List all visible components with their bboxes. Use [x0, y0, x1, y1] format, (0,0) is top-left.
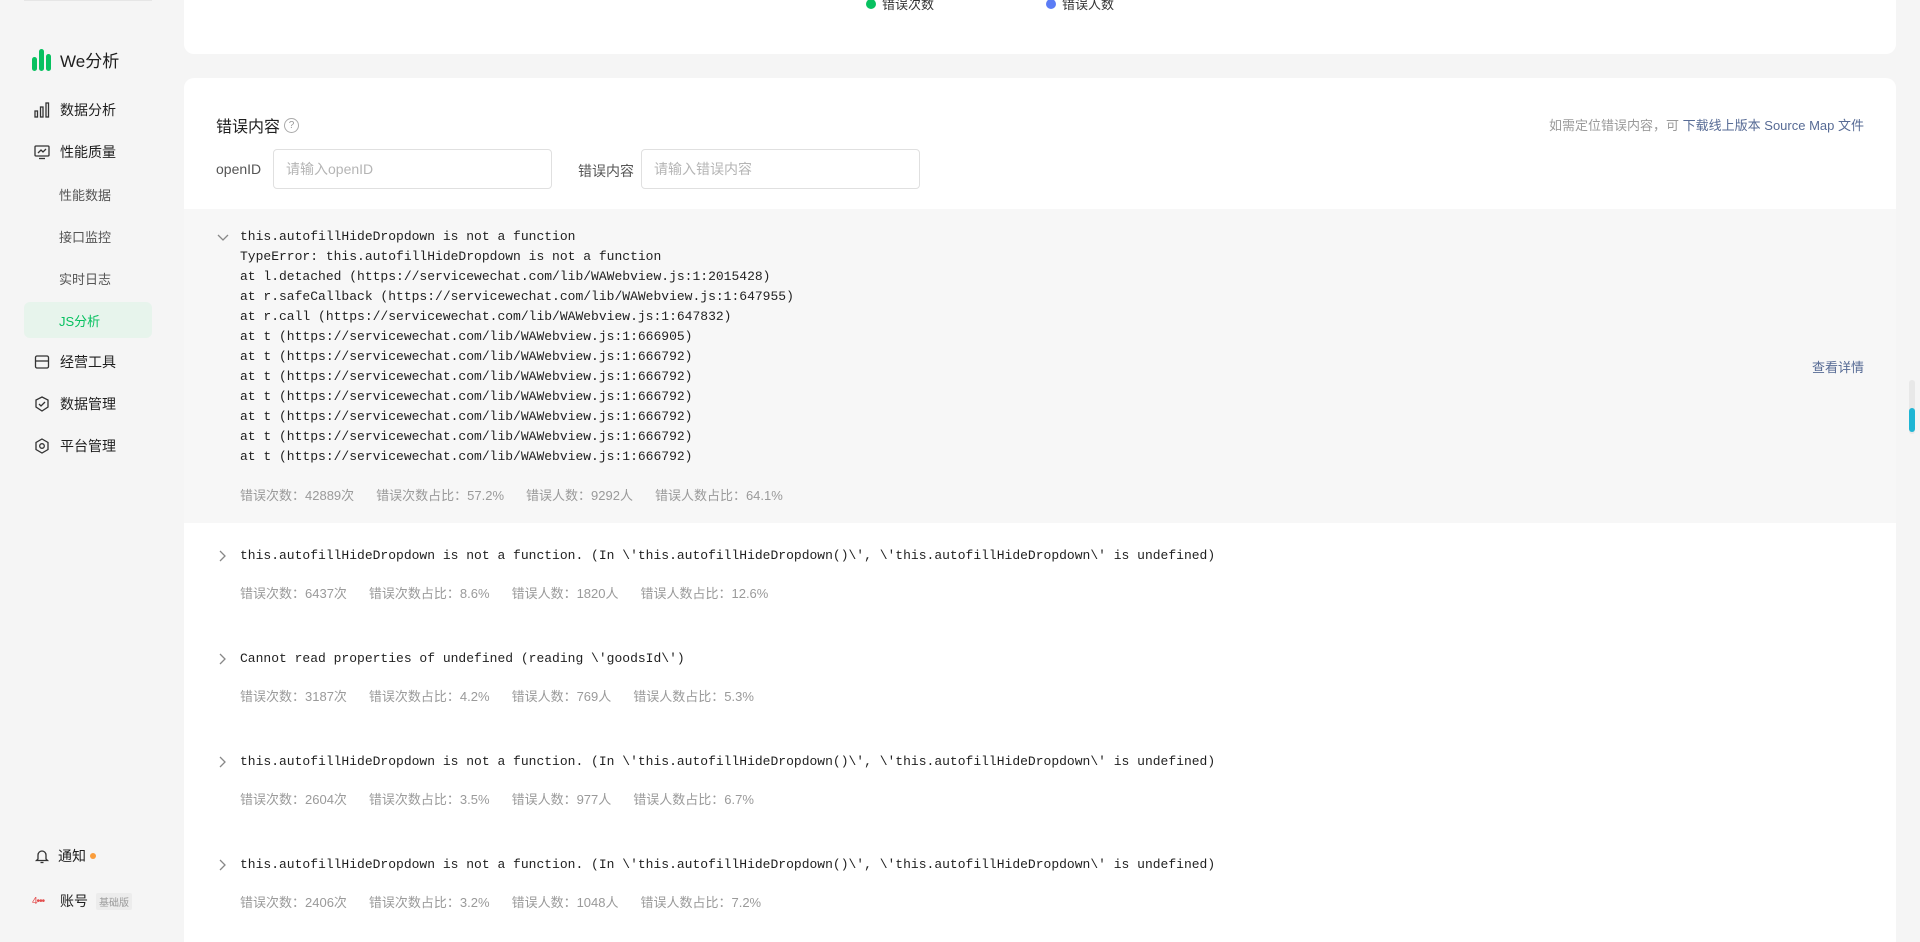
sidebar-subitem-realtime-log[interactable]: 实时日志: [24, 260, 152, 296]
error-item[interactable]: this.autofillHideDropdown is not a funct…: [184, 209, 1896, 523]
sidebar-subitem-perf-data[interactable]: 性能数据: [24, 176, 152, 212]
notify-label: 通知: [58, 848, 86, 864]
sidebar-item-business-tools[interactable]: 经营工具: [24, 344, 152, 380]
we-logo-icon: [32, 48, 52, 71]
stat-count: 错误次数：6437次: [240, 586, 347, 601]
account-entry[interactable]: 4••• 账号 基础版: [32, 891, 132, 911]
shield-check-icon: [35, 396, 49, 412]
legend-item-error-count[interactable]: 错误次数: [866, 0, 934, 13]
error-item[interactable]: this.autofillHideDropdown is not a funct…: [184, 729, 1896, 832]
chevron-right-icon[interactable]: [216, 549, 230, 563]
stat-users: 错误人数：977人: [511, 792, 612, 807]
error-content-input[interactable]: [641, 149, 920, 189]
stat-users-ratio: 错误人数占比：12.6%: [640, 586, 769, 601]
stat-users-ratio: 错误人数占比：6.7%: [633, 792, 754, 807]
error-list: this.autofillHideDropdown is not a funct…: [184, 209, 1896, 935]
chevron-down-icon[interactable]: [216, 231, 230, 245]
error-item[interactable]: this.autofillHideDropdown is not a funct…: [184, 832, 1896, 935]
unread-dot-icon: [90, 853, 96, 859]
sidebar-item-data-management[interactable]: 数据管理: [24, 386, 152, 422]
account-label: 账号: [60, 893, 88, 909]
brand[interactable]: We分析: [32, 47, 119, 72]
sidebar-item-data-analysis[interactable]: 数据分析: [24, 92, 152, 128]
error-stats: 错误次数：2406次 错误次数占比：3.2% 错误人数：1048人 错误人数占比…: [240, 892, 761, 911]
sidebar-item-platform-management[interactable]: 平台管理: [24, 428, 152, 464]
legend-blue-dot-icon: [1046, 0, 1056, 9]
legend-item-error-users[interactable]: 错误人数: [1046, 0, 1114, 13]
page-scrollbar-thumb[interactable]: [1909, 408, 1915, 432]
monitor-icon: [34, 145, 50, 160]
sidebar-item-label: 经营工具: [60, 354, 116, 370]
stat-users-ratio: 错误人数占比：7.2%: [640, 895, 762, 910]
bell-icon: [34, 850, 50, 864]
stat-users: 错误人数：1820人: [511, 586, 619, 601]
sourcemap-hint: 如需定位错误内容，可 下载线上版本 Source Map 文件: [1549, 115, 1864, 134]
openid-label: openID: [216, 161, 262, 177]
sidebar-divider: [24, 0, 152, 1]
stat-count: 错误次数：2406次: [240, 895, 347, 910]
error-summary-text: Cannot read properties of undefined (rea…: [240, 651, 685, 666]
stat-users: 错误人数：9292人: [526, 488, 633, 503]
sidebar-nav: 数据分析 性能质量 性能数据 接口监控 实时日志 JS分析 经营工具 数据管理 …: [24, 92, 152, 470]
download-sourcemap-link[interactable]: 下载线上版本 Source Map 文件: [1683, 118, 1864, 133]
error-stats: 错误次数：6437次 错误次数占比：8.6% 错误人数：1820人 错误人数占比…: [240, 583, 768, 602]
stat-count-ratio: 错误次数占比：3.2%: [368, 895, 490, 910]
gear-icon: [35, 438, 49, 454]
legend-label: 错误次数: [882, 0, 935, 12]
error-content-label: 错误内容: [578, 163, 634, 179]
avatar: 4•••: [32, 895, 45, 907]
brand-name: We分析: [60, 52, 120, 71]
error-stack-text: this.autofillHideDropdown is not a funct…: [240, 229, 794, 464]
stat-count-ratio: 错误次数占比：57.2%: [376, 488, 505, 503]
stat-count-ratio: 错误次数占比：8.6%: [368, 586, 490, 601]
sidebar-item-performance[interactable]: 性能质量: [24, 134, 152, 170]
sidebar-subitem-js-analysis[interactable]: JS分析: [24, 302, 152, 338]
help-icon[interactable]: ?: [284, 117, 300, 133]
chevron-right-icon[interactable]: [216, 652, 230, 666]
sidebar-item-label: 平台管理: [60, 438, 116, 454]
legend-label: 错误人数: [1062, 0, 1115, 12]
error-summary-text: this.autofillHideDropdown is not a funct…: [240, 857, 1216, 872]
error-stats: 错误次数：3187次 错误次数占比：4.2% 错误人数：769人 错误人数占比：…: [240, 686, 754, 705]
section-title-text: 错误内容: [216, 119, 281, 136]
notification-entry[interactable]: 通知: [34, 846, 96, 866]
error-content-card: 错误内容 ? 如需定位错误内容，可 下载线上版本 Source Map 文件 o…: [184, 78, 1896, 942]
shop-icon: [34, 355, 50, 369]
error-item[interactable]: this.autofillHideDropdown is not a funct…: [184, 523, 1896, 626]
error-item[interactable]: Cannot read properties of undefined (rea…: [184, 626, 1896, 729]
hint-text: 如需定位错误内容，可: [1549, 118, 1680, 133]
error-stats: 错误次数：2604次 错误次数占比：3.5% 错误人数：977人 错误人数占比：…: [240, 789, 754, 808]
legend-green-dot-icon: [866, 0, 876, 9]
bar-chart-icon: [34, 102, 50, 118]
error-stats: 错误次数：42889次 错误次数占比：57.2% 错误人数：9292人 错误人数…: [240, 485, 783, 504]
stat-users-ratio: 错误人数占比：5.3%: [633, 689, 754, 704]
section-title: 错误内容 ?: [216, 113, 300, 137]
error-summary-text: this.autofillHideDropdown is not a funct…: [240, 548, 1216, 563]
sidebar-item-label: 性能质量: [60, 144, 116, 160]
stat-count: 错误次数：2604次: [240, 792, 347, 807]
stat-users-ratio: 错误人数占比：64.1%: [654, 488, 783, 503]
sidebar-item-label: 数据分析: [60, 102, 116, 118]
stat-count-ratio: 错误次数占比：4.2%: [368, 689, 490, 704]
app-root: We分析 数据分析 性能质量 性能数据 接口监控 实时日志 JS分析 经营工具 …: [0, 0, 1920, 942]
openid-input[interactable]: [273, 149, 552, 189]
view-detail-link[interactable]: 查看详情: [1812, 357, 1864, 376]
stat-users: 错误人数：769人: [511, 689, 612, 704]
chart-card-bottom: 错误次数 错误人数: [184, 0, 1896, 54]
error-summary-text: this.autofillHideDropdown is not a funct…: [240, 754, 1216, 769]
sidebar-subitem-api-monitor[interactable]: 接口监控: [24, 218, 152, 254]
stat-users: 错误人数：1048人: [511, 895, 619, 910]
stat-count: 错误次数：42889次: [240, 488, 355, 503]
stat-count: 错误次数：3187次: [240, 689, 347, 704]
sidebar-item-label: 数据管理: [60, 396, 116, 412]
chevron-right-icon[interactable]: [216, 858, 230, 872]
plan-badge: 基础版: [96, 892, 132, 910]
sidebar: We分析 数据分析 性能质量 性能数据 接口监控 实时日志 JS分析 经营工具 …: [0, 0, 170, 942]
chevron-right-icon[interactable]: [216, 755, 230, 769]
stat-count-ratio: 错误次数占比：3.5%: [368, 792, 490, 807]
